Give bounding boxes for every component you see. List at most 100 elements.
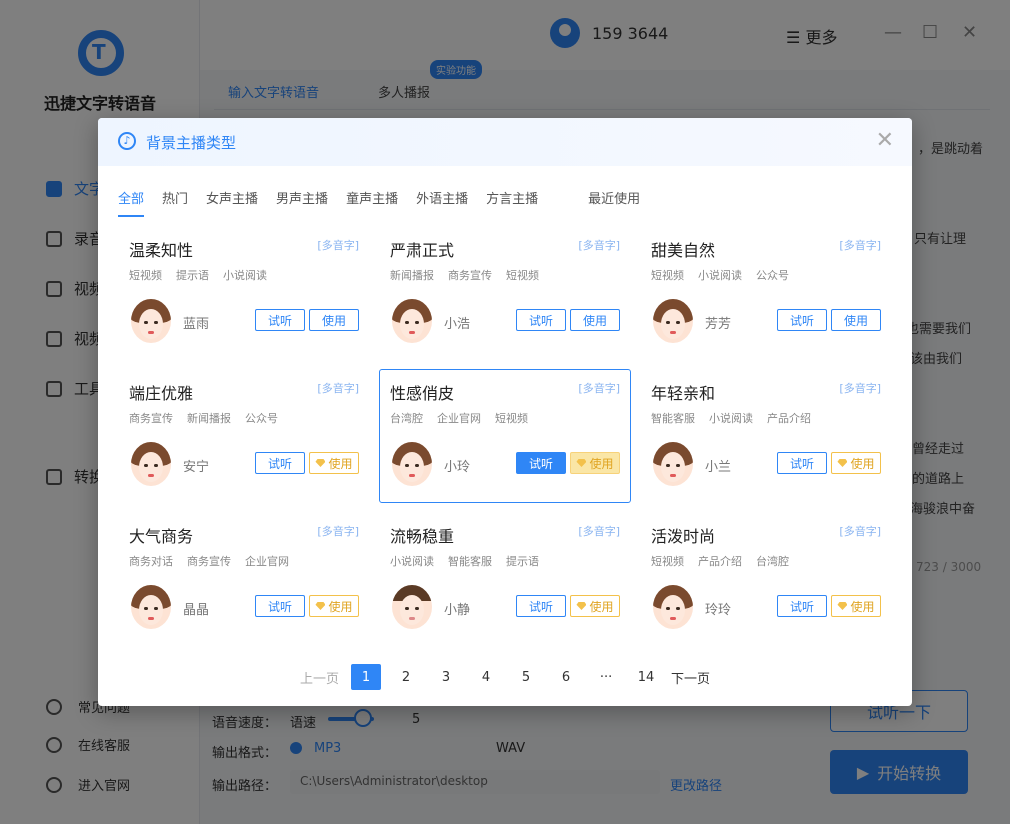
voice-name: 小静 [444,603,471,618]
voice-card[interactable]: 大气商务 [多音字] 商务对话 商务宣传 企业官网 晶晶 试听 使用 [118,512,370,646]
voice-tags: 商务对话 商务宣传 企业官网 [129,553,359,569]
vip-use-button[interactable]: 使用 [831,595,881,617]
diamond-icon [576,459,587,467]
voice-card[interactable]: 活泼时尚 [多音字] 短视频 产品介绍 台湾腔 玲玲 试听 使用 [640,512,892,646]
page-14[interactable]: 14 [631,664,661,690]
vip-use-button[interactable]: 使用 [570,595,620,617]
polyphone-tag: [多音字] [317,525,359,538]
voice-tag: 智能客服 [651,412,695,425]
voice-card[interactable]: 严肃正式 [多音字] 新闻播报 商务宣传 短视频 小浩 试听 使用 [379,226,631,360]
voice-picker-dialog: ♪ 背景主播类型 ✕ 全部 热门 女声主播 男声主播 童声主播 外语主播 方言主… [98,118,912,706]
tab-popular[interactable]: 热门 [162,188,188,217]
tab-male[interactable]: 男声主播 [276,188,328,217]
tab-child[interactable]: 童声主播 [346,188,398,217]
close-icon[interactable]: ✕ [876,128,894,153]
voice-tags: 台湾腔 企业官网 短视频 [390,410,620,426]
tab-all[interactable]: 全部 [118,188,145,217]
tab-foreign[interactable]: 外语主播 [416,188,468,217]
voice-tag: 产品介绍 [767,412,811,425]
listen-button[interactable]: 试听 [777,309,827,331]
use-label: 使用 [589,599,614,614]
voice-card[interactable]: 温柔知性 [多音字] 短视频 提示语 小说阅读 蓝雨 试听 使用 [118,226,370,360]
voice-tags: 小说阅读 智能客服 提示语 [390,553,620,569]
use-button[interactable]: 使用 [309,309,359,331]
vip-use-button[interactable]: 使用 [570,452,620,474]
listen-button[interactable]: 试听 [255,595,305,617]
listen-button[interactable]: 试听 [516,595,566,617]
polyphone-tag: [多音字] [578,382,620,395]
page-6[interactable]: 6 [551,664,581,690]
dialog-title: 背景主播类型 [146,134,237,152]
voice-name: 小玲 [444,460,471,475]
voice-tag: 短视频 [129,269,162,282]
voice-tag: 产品介绍 [698,555,742,568]
tab-female[interactable]: 女声主播 [206,188,258,217]
voice-card[interactable]: 年轻亲和 [多音字] 智能客服 小说阅读 产品介绍 小兰 试听 使用 [640,369,892,503]
voice-tag: 台湾腔 [756,555,789,568]
voice-tag: 提示语 [506,555,539,568]
voice-card[interactable]: 端庄优雅 [多音字] 商务宣传 新闻播报 公众号 安宁 试听 使用 [118,369,370,503]
voice-tag: 短视频 [651,555,684,568]
dialog-header: ♪ 背景主播类型 ✕ [98,118,912,166]
category-tabs: 全部 热门 女声主播 男声主播 童声主播 外语主播 方言主播 最近使用 [118,188,658,217]
voice-tag: 小说阅读 [223,269,267,282]
voice-tags: 短视频 提示语 小说阅读 [129,267,359,283]
vip-use-button[interactable]: 使用 [309,595,359,617]
prev-page-button[interactable]: 上一页 [298,664,341,690]
voice-tag: 台湾腔 [390,412,423,425]
listen-button[interactable]: 试听 [255,452,305,474]
use-label: 使用 [850,599,875,614]
diamond-icon [837,602,848,610]
voice-avatar [392,585,432,629]
voice-tags: 商务宣传 新闻播报 公众号 [129,410,359,426]
diamond-icon [315,459,326,467]
voice-tag: 商务宣传 [129,412,173,425]
polyphone-tag: [多音字] [839,525,881,538]
page-2[interactable]: 2 [391,664,421,690]
diamond-icon [315,602,326,610]
voice-tag: 公众号 [756,269,789,282]
use-button[interactable]: 使用 [831,309,881,331]
use-label: 使用 [589,456,614,471]
listen-button[interactable]: 试听 [255,309,305,331]
voice-tag: 小说阅读 [709,412,753,425]
diamond-icon [837,459,848,467]
polyphone-tag: [多音字] [317,382,359,395]
vip-use-button[interactable]: 使用 [309,452,359,474]
listen-button[interactable]: 试听 [516,452,566,474]
voice-card[interactable]: 流畅稳重 [多音字] 小说阅读 智能客服 提示语 小静 试听 使用 [379,512,631,646]
voice-avatar [392,299,432,343]
pagination: 上一页 1 2 3 4 5 6 ··· 14 下一页 [298,664,720,690]
voice-tags: 短视频 产品介绍 台湾腔 [651,553,881,569]
use-button[interactable]: 使用 [570,309,620,331]
page-3[interactable]: 3 [431,664,461,690]
voice-tag: 商务宣传 [187,555,231,568]
voice-tag: 商务宣传 [448,269,492,282]
page-ellipsis[interactable]: ··· [591,664,621,690]
page-5[interactable]: 5 [511,664,541,690]
listen-button[interactable]: 试听 [516,309,566,331]
tab-dialect[interactable]: 方言主播 [486,188,538,217]
polyphone-tag: [多音字] [578,525,620,538]
voice-tag: 商务对话 [129,555,173,568]
listen-button[interactable]: 试听 [777,452,827,474]
listen-button[interactable]: 试听 [777,595,827,617]
voice-name: 蓝雨 [183,317,210,332]
page-1[interactable]: 1 [351,664,382,690]
voice-avatar [653,585,693,629]
music-note-icon: ♪ [118,132,136,150]
voice-card[interactable]: 甜美自然 [多音字] 短视频 小说阅读 公众号 芳芳 试听 使用 [640,226,892,360]
voice-avatar [131,299,171,343]
voice-card-selected[interactable]: 性感俏皮 [多音字] 台湾腔 企业官网 短视频 小玲 试听 使用 [379,369,631,503]
tab-recent[interactable]: 最近使用 [588,188,640,217]
voice-avatar [131,585,171,629]
page-4[interactable]: 4 [471,664,501,690]
polyphone-tag: [多音字] [578,239,620,252]
vip-use-button[interactable]: 使用 [831,452,881,474]
voice-tag: 短视频 [651,269,684,282]
next-page-button[interactable]: 下一页 [671,664,710,690]
voice-tag: 新闻播报 [187,412,231,425]
voice-avatar [131,442,171,486]
voice-tag: 智能客服 [448,555,492,568]
use-label: 使用 [328,599,353,614]
